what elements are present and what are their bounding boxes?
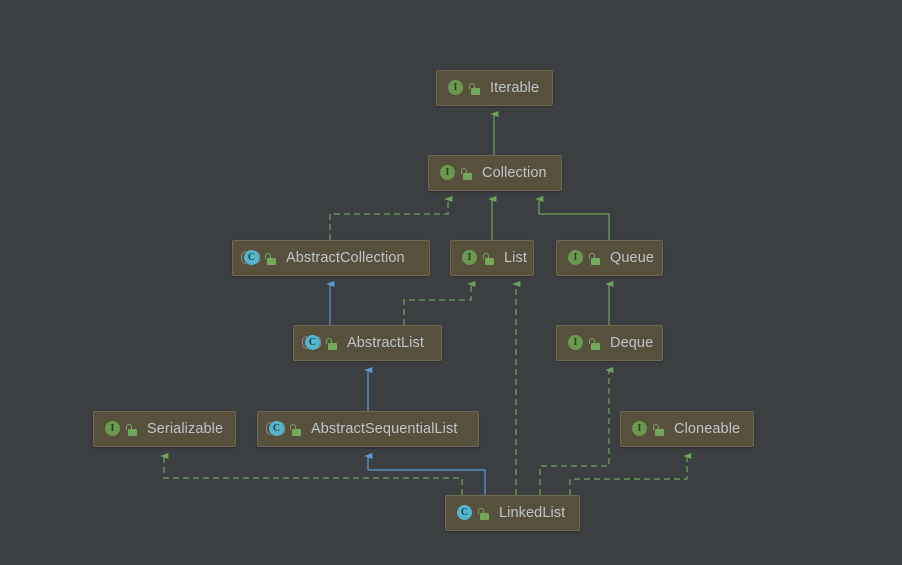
padlock-body	[471, 87, 480, 95]
uml-node-label: Deque	[610, 335, 654, 351]
abstract-class-circle-icon: C	[241, 249, 260, 267]
node-icon-group: I	[566, 249, 610, 267]
interface-circle-icon: I	[438, 164, 456, 182]
node-icon-group: I	[460, 249, 504, 267]
abstract-class-circle-icon: C	[302, 334, 321, 352]
edge-linkedlist-to-abstractsequentiallist	[364, 453, 486, 495]
interface-circle-icon: I	[566, 249, 584, 267]
uml-node-label: Queue	[610, 250, 655, 266]
uml-node-label: AbstractSequentialList	[311, 421, 458, 437]
uml-node-deque[interactable]: I Deque	[556, 325, 663, 361]
node-icon-group: C	[455, 504, 499, 522]
padlock-body	[292, 428, 301, 436]
padlock-body	[463, 172, 472, 180]
node-kind-letter: I	[462, 250, 477, 265]
interface-circle-icon: I	[460, 249, 478, 267]
uml-node-queue[interactable]: I Queue	[556, 240, 663, 276]
node-icon-group: I	[103, 420, 147, 438]
node-kind-letter: C	[305, 335, 320, 350]
padlock-body	[267, 257, 276, 265]
uml-diagram-canvas[interactable]: I Iterable I Collection C AbstractCollection I…	[0, 0, 902, 565]
unlocked-padlock-icon	[265, 251, 278, 266]
node-kind-letter: I	[568, 250, 583, 265]
interface-circle-icon: I	[630, 420, 648, 438]
node-kind-letter: C	[269, 421, 284, 436]
edge-abstractcollection-to-collection	[329, 196, 453, 240]
unlocked-padlock-icon	[589, 251, 602, 266]
uml-node-label: LinkedList	[499, 505, 566, 521]
unlocked-padlock-icon	[589, 336, 602, 351]
unlocked-padlock-icon	[478, 506, 491, 521]
uml-node-label: List	[504, 250, 527, 266]
uml-node-abstract-sequential-list[interactable]: C AbstractSequentialList	[257, 411, 479, 447]
uml-node-label: Cloneable	[674, 421, 741, 437]
unlocked-padlock-icon	[290, 422, 303, 437]
node-icon-group: C	[241, 249, 286, 267]
uml-node-label: Collection	[482, 165, 547, 181]
node-icon-group: C	[266, 420, 311, 438]
edge-queue-to-collection	[535, 196, 610, 240]
padlock-body	[591, 342, 600, 350]
node-kind-letter: I	[568, 335, 583, 350]
node-kind-letter: I	[440, 165, 455, 180]
uml-node-label: Iterable	[490, 80, 540, 96]
edge-linkedlist-to-cloneable	[569, 453, 692, 495]
node-icon-group: C	[302, 334, 347, 352]
padlock-body	[655, 428, 664, 436]
uml-node-abstract-list[interactable]: C AbstractList	[293, 325, 442, 361]
abstract-class-circle-icon: C	[266, 420, 285, 438]
unlocked-padlock-icon	[469, 81, 482, 96]
uml-node-collection[interactable]: I Collection	[428, 155, 562, 191]
edge-linkedlist-to-deque	[539, 367, 614, 495]
uml-node-list[interactable]: I List	[450, 240, 534, 276]
unlocked-padlock-icon	[326, 336, 339, 351]
uml-node-cloneable[interactable]: I Cloneable	[620, 411, 754, 447]
node-kind-letter: I	[632, 421, 647, 436]
padlock-body	[128, 428, 137, 436]
node-kind-letter: I	[105, 421, 120, 436]
node-kind-letter: C	[457, 505, 472, 520]
interface-circle-icon: I	[446, 79, 464, 97]
padlock-body	[328, 342, 337, 350]
edge-abstractlist-to-list	[403, 281, 476, 325]
unlocked-padlock-icon	[653, 422, 666, 437]
padlock-body	[591, 257, 600, 265]
interface-circle-icon: I	[103, 420, 121, 438]
uml-node-label: AbstractList	[347, 335, 424, 351]
unlocked-padlock-icon	[126, 422, 139, 437]
padlock-body	[480, 512, 489, 520]
uml-node-label: AbstractCollection	[286, 250, 405, 266]
uml-node-label: Serializable	[147, 421, 224, 437]
node-icon-group: I	[438, 164, 482, 182]
edge-linkedlist-to-serializable	[160, 453, 463, 495]
class-circle-icon: C	[455, 504, 473, 522]
node-icon-group: I	[446, 79, 490, 97]
uml-node-linkedlist[interactable]: C LinkedList	[445, 495, 580, 531]
node-kind-letter: C	[244, 250, 259, 265]
unlocked-padlock-icon	[461, 166, 474, 181]
unlocked-padlock-icon	[483, 251, 496, 266]
padlock-body	[485, 257, 494, 265]
uml-node-iterable[interactable]: I Iterable	[436, 70, 553, 106]
node-icon-group: I	[566, 334, 610, 352]
uml-node-abstract-collection[interactable]: C AbstractCollection	[232, 240, 430, 276]
node-icon-group: I	[630, 420, 674, 438]
uml-node-serializable[interactable]: I Serializable	[93, 411, 236, 447]
interface-circle-icon: I	[566, 334, 584, 352]
node-kind-letter: I	[448, 80, 463, 95]
